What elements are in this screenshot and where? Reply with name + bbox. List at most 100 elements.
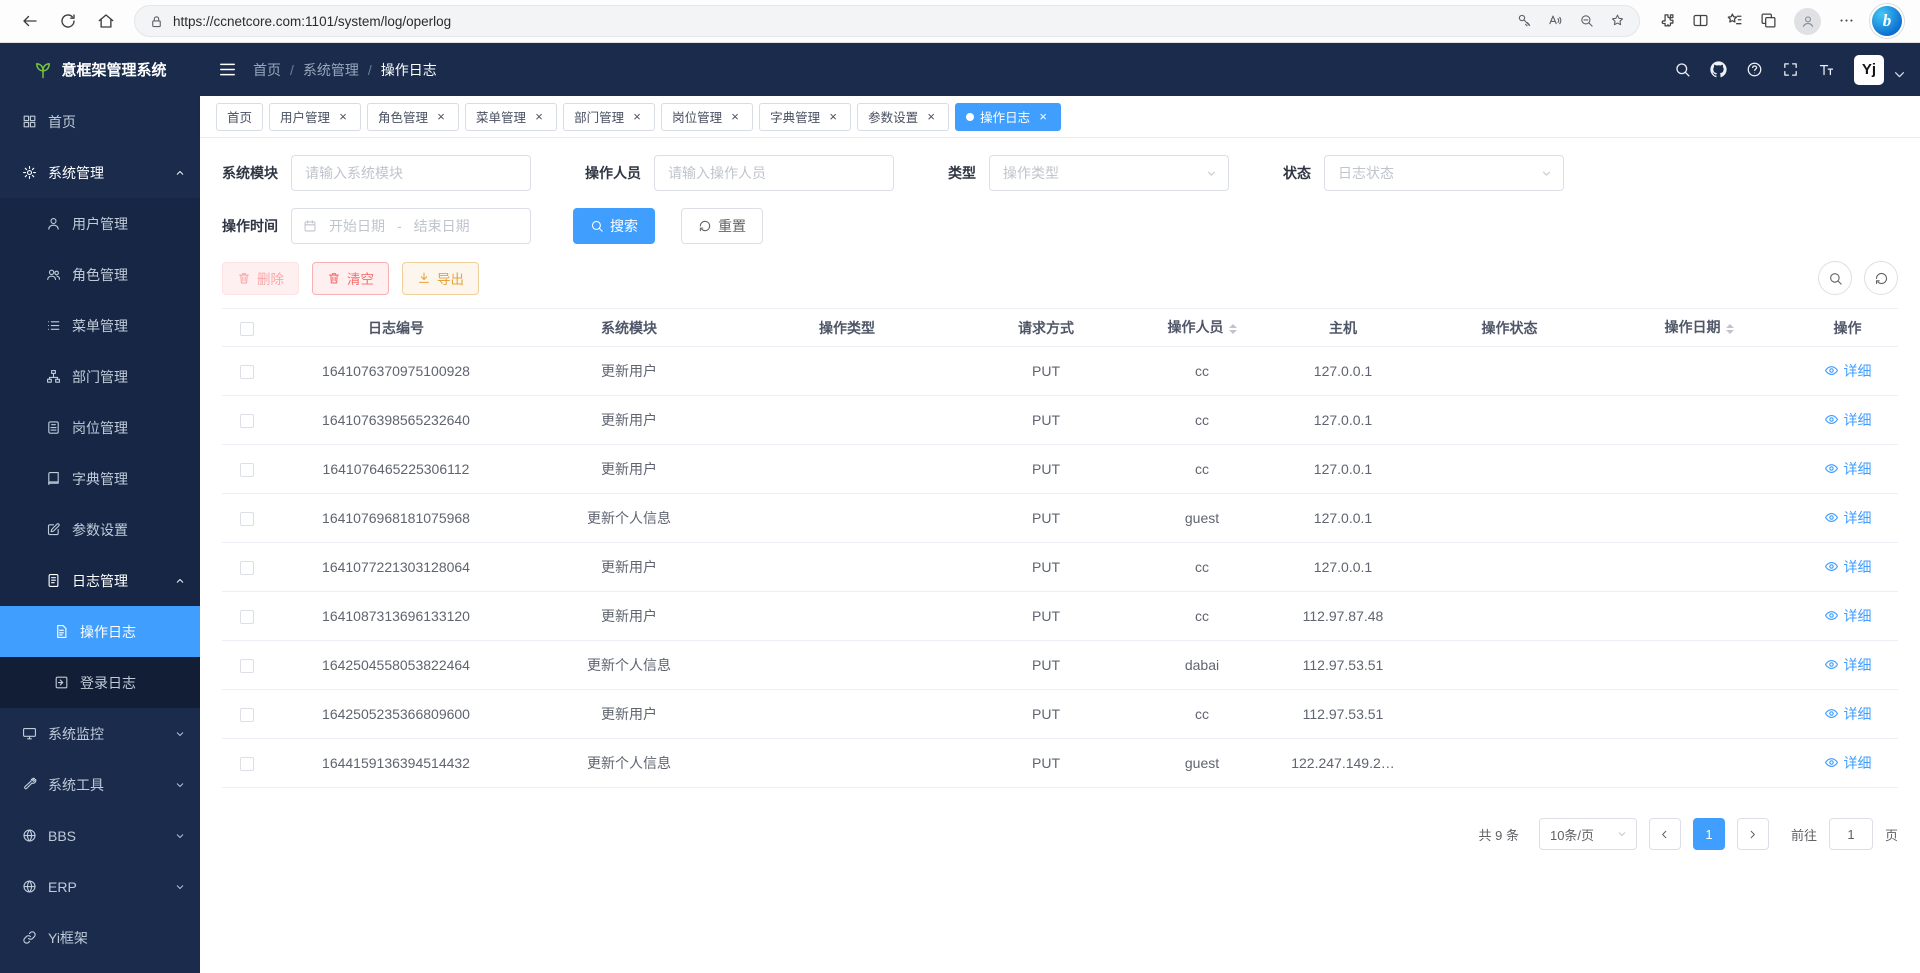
- user-dropdown-caret-icon[interactable]: [1891, 66, 1902, 77]
- type-filter-select[interactable]: 操作类型: [989, 155, 1229, 191]
- detail-link[interactable]: 详细: [1824, 410, 1872, 430]
- sidebar-item-login-log[interactable]: 登录日志: [0, 657, 200, 708]
- delete-button[interactable]: 删除: [222, 262, 299, 295]
- password-key-button[interactable]: [1517, 12, 1532, 30]
- export-button[interactable]: 导出: [402, 262, 479, 295]
- detail-link[interactable]: 详细: [1824, 606, 1872, 626]
- detail-link[interactable]: 详细: [1824, 557, 1872, 577]
- search-button[interactable]: 搜索: [573, 208, 655, 244]
- tab-close-icon[interactable]: ×: [630, 110, 644, 124]
- detail-link[interactable]: 详细: [1824, 508, 1872, 528]
- tab-close-icon[interactable]: ×: [826, 110, 840, 124]
- breadcrumb-home[interactable]: 首页: [253, 60, 281, 80]
- sort-carets-icon[interactable]: [1726, 320, 1734, 338]
- sidebar-toggle[interactable]: [218, 60, 237, 79]
- sidebar-item-yi-framework[interactable]: Yi框架: [0, 912, 200, 963]
- row-checkbox[interactable]: [240, 512, 254, 526]
- font-size-button[interactable]: [1818, 61, 1835, 79]
- breadcrumb-system[interactable]: 系统管理: [303, 60, 359, 80]
- tab-oper-log[interactable]: 操作日志×: [955, 103, 1061, 131]
- row-checkbox[interactable]: [240, 659, 254, 673]
- prev-page-button[interactable]: [1649, 818, 1681, 850]
- read-aloud-button[interactable]: [1548, 12, 1563, 30]
- goto-page-input[interactable]: [1829, 818, 1873, 850]
- date-range-picker[interactable]: 开始日期 - 结束日期: [291, 208, 531, 244]
- row-checkbox[interactable]: [240, 757, 254, 771]
- help-button[interactable]: [1746, 61, 1763, 79]
- zoom-out-button[interactable]: [1579, 12, 1594, 30]
- tab-param-settings[interactable]: 参数设置×: [857, 103, 949, 131]
- header-search-button[interactable]: [1674, 61, 1691, 79]
- sidebar-item-system-management[interactable]: 系统管理: [0, 147, 200, 198]
- sidebar-item-role-management[interactable]: 角色管理: [0, 249, 200, 300]
- detail-link[interactable]: 详细: [1824, 704, 1872, 724]
- browser-profile-avatar[interactable]: [1794, 8, 1821, 35]
- column-header-date[interactable]: 操作日期: [1601, 309, 1797, 347]
- row-checkbox[interactable]: [240, 414, 254, 428]
- github-link[interactable]: [1710, 61, 1727, 79]
- tab-home[interactable]: 首页: [216, 103, 263, 131]
- tab-menu-management[interactable]: 菜单管理×: [465, 103, 557, 131]
- sidebar-item-home[interactable]: 首页: [0, 96, 200, 147]
- row-checkbox[interactable]: [240, 610, 254, 624]
- add-favorite-button[interactable]: [1610, 12, 1625, 30]
- sidebar-item-post-management[interactable]: 岗位管理: [0, 402, 200, 453]
- sidebar-item-system-monitor[interactable]: 系统监控: [0, 708, 200, 759]
- favorites-bar-button[interactable]: [1726, 12, 1743, 30]
- page-1-button[interactable]: 1: [1693, 818, 1725, 850]
- browser-home-button[interactable]: [88, 4, 124, 38]
- tab-role-management[interactable]: 角色管理×: [367, 103, 459, 131]
- tab-close-icon[interactable]: ×: [336, 110, 350, 124]
- tab-user-management[interactable]: 用户管理×: [269, 103, 361, 131]
- row-checkbox[interactable]: [240, 365, 254, 379]
- user-avatar[interactable]: Yj: [1854, 55, 1884, 85]
- sidebar-item-user-management[interactable]: 用户管理: [0, 198, 200, 249]
- toggle-search-button[interactable]: [1818, 261, 1852, 295]
- sidebar-item-param-settings[interactable]: 参数设置: [0, 504, 200, 555]
- tab-close-icon[interactable]: ×: [532, 110, 546, 124]
- sidebar-item-dept-management[interactable]: 部门管理: [0, 351, 200, 402]
- sidebar-item-system-tools[interactable]: 系统工具: [0, 759, 200, 810]
- tab-dept-management[interactable]: 部门管理×: [563, 103, 655, 131]
- status-filter-select[interactable]: 日志状态: [1324, 155, 1564, 191]
- next-page-button[interactable]: [1737, 818, 1769, 850]
- module-filter-input[interactable]: [291, 155, 531, 191]
- detail-link[interactable]: 详细: [1824, 459, 1872, 479]
- split-screen-button[interactable]: [1692, 12, 1709, 30]
- detail-link[interactable]: 详细: [1824, 753, 1872, 773]
- address-bar[interactable]: https://ccnetcore.com:1101/system/log/op…: [134, 5, 1640, 37]
- browser-back-button[interactable]: [12, 4, 48, 38]
- tab-dict-management[interactable]: 字典管理×: [759, 103, 851, 131]
- reset-button[interactable]: 重置: [681, 208, 763, 244]
- sidebar-item-bbs[interactable]: BBS: [0, 810, 200, 861]
- browser-menu-button[interactable]: [1838, 12, 1855, 30]
- fullscreen-button[interactable]: [1782, 61, 1799, 79]
- extensions-button[interactable]: [1658, 12, 1675, 30]
- sidebar-item-dict-management[interactable]: 字典管理: [0, 453, 200, 504]
- url-text[interactable]: https://ccnetcore.com:1101/system/log/op…: [173, 14, 1508, 29]
- browser-refresh-button[interactable]: [50, 4, 86, 38]
- detail-link[interactable]: 详细: [1824, 361, 1872, 381]
- sidebar-item-erp[interactable]: ERP: [0, 861, 200, 912]
- row-checkbox[interactable]: [240, 708, 254, 722]
- bing-discover-icon[interactable]: b: [1872, 6, 1902, 36]
- row-checkbox[interactable]: [240, 463, 254, 477]
- column-header-operator[interactable]: 操作人员: [1136, 309, 1268, 347]
- clear-button[interactable]: 清空: [312, 262, 389, 295]
- sidebar-item-oper-log[interactable]: 操作日志: [0, 606, 200, 657]
- sidebar-item-log-management[interactable]: 日志管理: [0, 555, 200, 606]
- tab-close-icon[interactable]: ×: [728, 110, 742, 124]
- select-all-checkbox[interactable]: [240, 322, 254, 336]
- sidebar-item-menu-management[interactable]: 菜单管理: [0, 300, 200, 351]
- operator-filter-input[interactable]: [654, 155, 894, 191]
- row-checkbox[interactable]: [240, 561, 254, 575]
- page-size-select[interactable]: 10条/页: [1539, 818, 1637, 850]
- refresh-table-button[interactable]: [1864, 261, 1898, 295]
- tab-post-management[interactable]: 岗位管理×: [661, 103, 753, 131]
- tab-close-icon[interactable]: ×: [924, 110, 938, 124]
- detail-link[interactable]: 详细: [1824, 655, 1872, 675]
- collections-button[interactable]: [1760, 12, 1777, 30]
- sort-carets-icon[interactable]: [1229, 320, 1237, 338]
- tab-close-icon[interactable]: ×: [1036, 110, 1050, 124]
- app-logo[interactable]: 意框架管理系统: [0, 43, 200, 96]
